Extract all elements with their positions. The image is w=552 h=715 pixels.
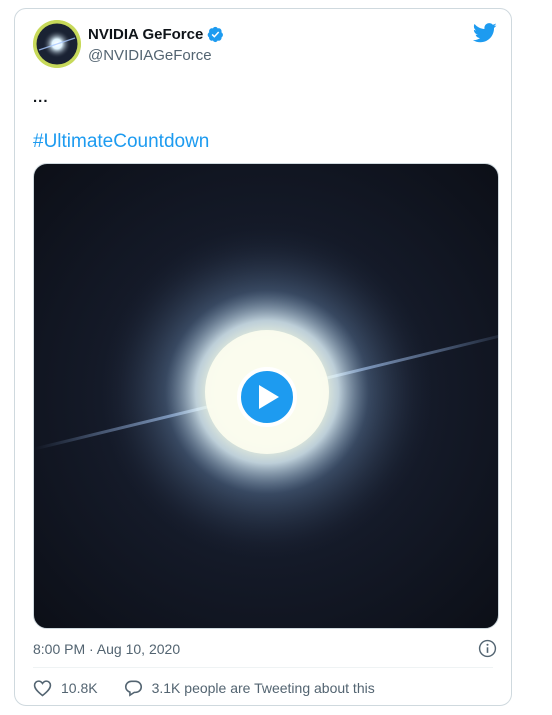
info-icon[interactable] (478, 639, 497, 658)
tweet-timestamp[interactable]: 8:00 PM · Aug 10, 2020 (33, 641, 180, 657)
user-handle[interactable]: @NVIDIAGeForce (88, 47, 212, 64)
like-count: 10.8K (61, 680, 98, 696)
tweet-card[interactable]: NVIDIA GeForce @NVIDIAGeForce ... #Ultim… (14, 8, 512, 706)
twitter-bird-icon[interactable] (473, 23, 497, 43)
divider (33, 667, 493, 668)
play-icon (259, 385, 279, 409)
avatar[interactable] (33, 20, 81, 68)
heart-icon (33, 680, 52, 697)
hashtag-link[interactable]: #UltimateCountdown (33, 131, 209, 153)
verified-badge-icon (208, 26, 224, 43)
tweet-text: ... (33, 89, 49, 106)
action-bar: 10.8K 3.1K people are Tweeting about thi… (33, 679, 375, 697)
display-name[interactable]: NVIDIA GeForce (88, 26, 203, 43)
play-button[interactable] (237, 367, 297, 427)
reply-button[interactable]: 3.1K people are Tweeting about this (124, 679, 375, 697)
like-button[interactable]: 10.8K (33, 679, 98, 697)
video-player[interactable] (33, 163, 499, 629)
tweeting-about-text: 3.1K people are Tweeting about this (151, 680, 375, 696)
nvidia-geforce-avatar-icon (33, 20, 81, 68)
speech-bubble-icon (124, 680, 142, 697)
